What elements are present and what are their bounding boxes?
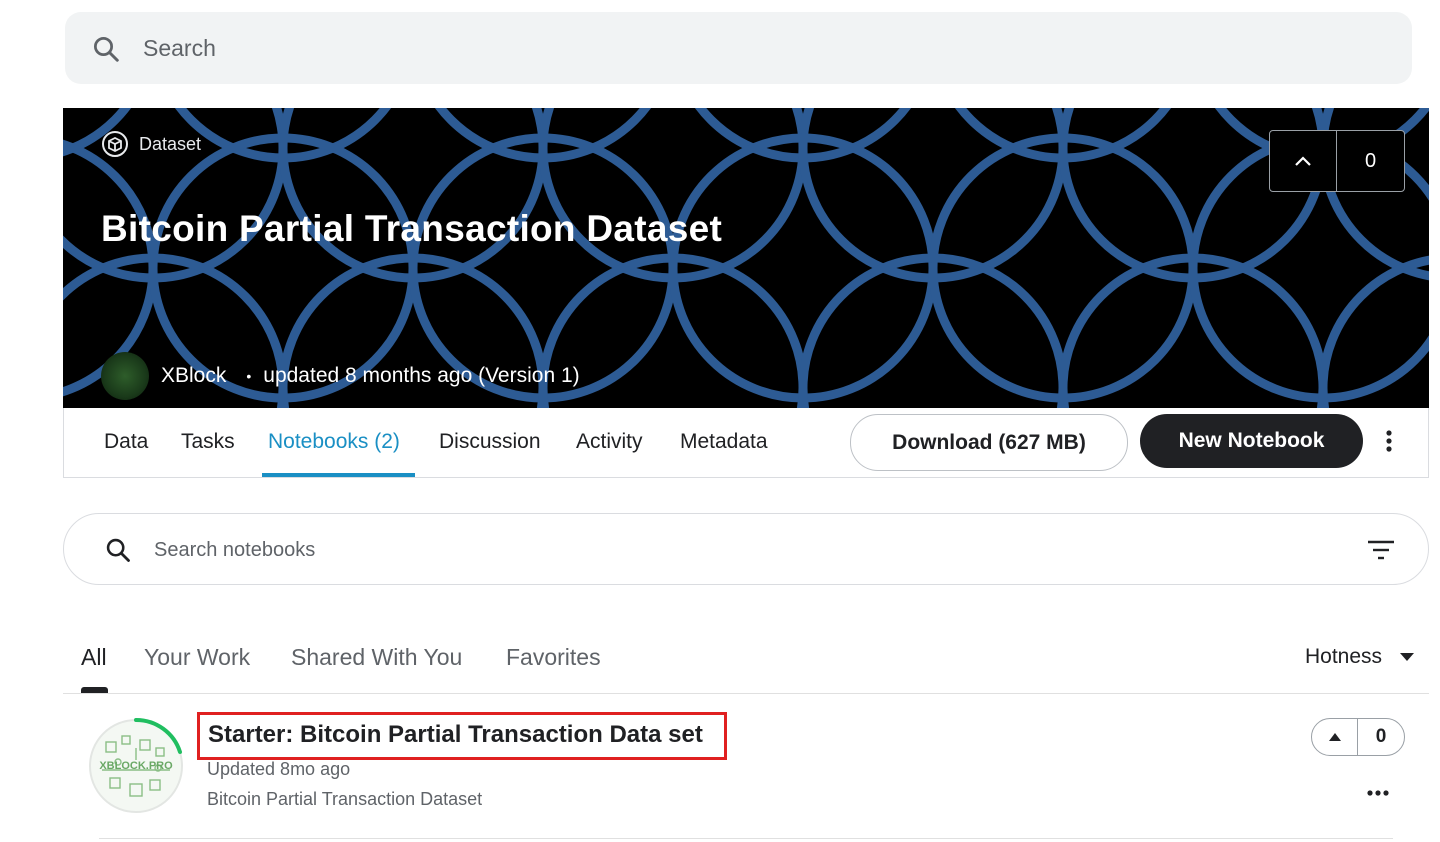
global-search-bar[interactable] (65, 12, 1412, 84)
notebook-upvote-button[interactable] (1312, 719, 1358, 755)
subtab-shared-with-you[interactable]: Shared With You (291, 644, 462, 671)
tab-tasks[interactable]: Tasks (181, 430, 235, 454)
dataset-badge-label: Dataset (139, 133, 202, 154)
search-icon (94, 37, 119, 62)
notebook-vote-widget: 0 (1311, 718, 1405, 756)
notebook-thumbnail[interactable]: XBLOCK.PRO (88, 717, 184, 814)
download-button[interactable]: Download (627 MB) (850, 414, 1128, 471)
dataset-vote-count: 0 (1364, 149, 1377, 172)
tab-discussion[interactable]: Discussion (439, 430, 541, 454)
global-search-input[interactable] (143, 30, 1343, 66)
caret-down-icon (1400, 653, 1415, 661)
new-notebook-button[interactable]: New Notebook (1140, 414, 1363, 468)
notebook-vote-count: 0 (1375, 726, 1387, 747)
notebook-thumbnail-image: XBLOCK.PRO (89, 717, 183, 813)
subtab-your-work[interactable]: Your Work (144, 644, 250, 671)
subtabs-divider (63, 693, 1429, 694)
dataset-icon (102, 131, 128, 157)
author-avatar[interactable] (101, 352, 149, 400)
dataset-type-badge: Dataset (101, 130, 201, 158)
active-tab-indicator (262, 473, 415, 477)
notebook-updated-text: Updated 8mo ago (207, 759, 351, 779)
filter-icon[interactable] (1366, 539, 1396, 561)
dataset-tabs-bar: Data Tasks Notebooks (2) Discussion Acti… (63, 408, 1429, 478)
caret-up-icon (1328, 733, 1341, 741)
dataset-author-row: XBlock • updated 8 months ago (Version 1… (101, 352, 580, 400)
dataset-updated-text: updated 8 months ago (Version 1) (263, 364, 580, 387)
tab-activity[interactable]: Activity (576, 430, 643, 454)
sort-label: Hotness (1305, 645, 1383, 668)
notebook-more-icon[interactable] (1366, 786, 1390, 800)
thumbnail-text: XBLOCK.PRO (99, 760, 173, 772)
subtab-favorites[interactable]: Favorites (506, 644, 601, 671)
dataset-title: Bitcoin Partial Transaction Dataset (101, 208, 723, 249)
subtab-all[interactable]: All (81, 644, 107, 671)
tab-notebooks[interactable]: Notebooks (2) (268, 430, 400, 454)
author-name[interactable]: XBlock (161, 364, 226, 388)
notebook-search-bar[interactable] (63, 513, 1429, 585)
separator-dot: • (246, 368, 252, 384)
dataset-header-banner: Dataset Bitcoin Partial Transaction Data… (63, 108, 1429, 408)
notebook-title-link[interactable]: Starter: Bitcoin Partial Transaction Dat… (197, 712, 727, 760)
search-icon (106, 538, 130, 562)
chevron-up-icon (1295, 156, 1311, 166)
more-options-icon[interactable] (1380, 428, 1398, 456)
notebook-search-input[interactable] (154, 534, 1254, 566)
sort-dropdown[interactable]: Hotness (1305, 645, 1415, 669)
upvote-button[interactable] (1270, 131, 1337, 191)
list-divider (99, 838, 1393, 839)
dataset-vote-widget: 0 (1269, 130, 1405, 192)
tab-data[interactable]: Data (104, 430, 148, 454)
notebook-source-dataset[interactable]: Bitcoin Partial Transaction Dataset (207, 789, 482, 810)
tab-metadata[interactable]: Metadata (680, 430, 768, 454)
